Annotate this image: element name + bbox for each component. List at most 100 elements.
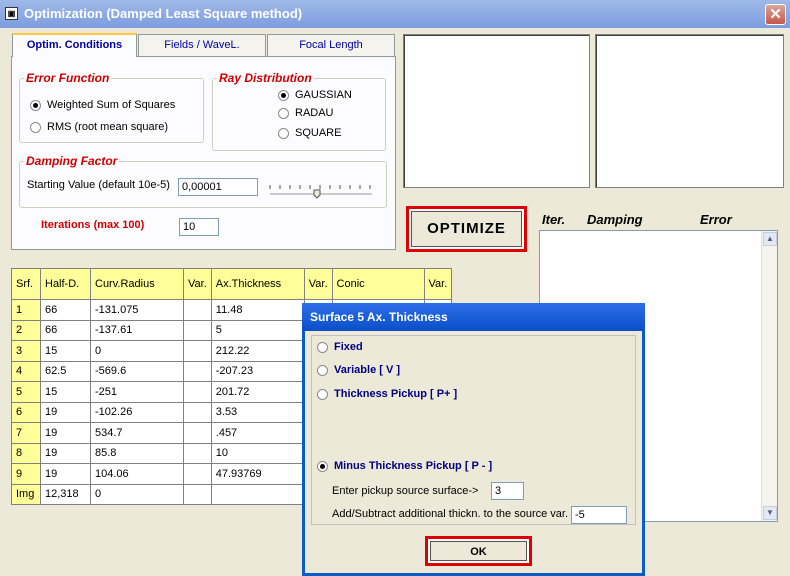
radio-variable[interactable]: Variable [ V ]: [317, 364, 400, 376]
table-cell[interactable]: 104.06: [90, 463, 184, 485]
radio-button[interactable]: [278, 89, 289, 101]
table-cell[interactable]: [183, 360, 212, 382]
table-cell[interactable]: 15: [40, 340, 91, 362]
optimize-button-label: OPTIMIZE: [411, 211, 522, 247]
table-cell[interactable]: -102.26: [90, 401, 184, 423]
dialog-title: Surface 5 Ax. Thickness: [302, 303, 645, 331]
scroll-down-icon[interactable]: ▼: [763, 506, 777, 520]
radio-radau[interactable]: RADAU: [278, 107, 334, 119]
radio-fixed[interactable]: Fixed: [317, 341, 363, 353]
damping-input[interactable]: 0,00001: [178, 178, 258, 196]
table-cell[interactable]: .457: [210, 422, 305, 444]
table-cell[interactable]: [183, 299, 212, 321]
radio-minus-thickness-pickup[interactable]: Minus Thickness Pickup [ P - ]: [317, 460, 492, 472]
radio-weighted-sum[interactable]: Weighted Sum of Squares: [30, 99, 175, 111]
error-header: Error: [700, 212, 732, 227]
ok-button[interactable]: OK: [425, 536, 532, 566]
tab-focal-length[interactable]: Focal Length: [267, 34, 395, 56]
tab-optim-conditions[interactable]: Optim. Conditions: [12, 33, 137, 57]
row-header-cell[interactable]: 4: [11, 360, 41, 382]
table-cell[interactable]: [210, 483, 305, 505]
table-cell[interactable]: 66: [40, 299, 91, 321]
table-cell[interactable]: 212.22: [210, 340, 305, 362]
radio-button[interactable]: [278, 127, 289, 139]
row-header-cell[interactable]: 7: [11, 422, 41, 444]
table-cell[interactable]: -137.61: [90, 319, 184, 341]
table-cell[interactable]: -131.075: [90, 299, 184, 321]
grid-header-row: Srf. Half-D. Curv.Radius Var. Ax.Thickne…: [11, 268, 453, 300]
damping-factor-legend: Damping Factor: [26, 154, 118, 168]
radio-button[interactable]: [317, 364, 328, 376]
damping-slider[interactable]: [268, 181, 375, 199]
window-title: Optimization (Damped Least Square method…: [24, 6, 303, 21]
table-cell[interactable]: 3.53: [210, 401, 305, 423]
table-cell[interactable]: 534.7: [90, 422, 184, 444]
table-cell[interactable]: [183, 422, 212, 444]
table-cell[interactable]: 66: [40, 319, 91, 341]
table-cell[interactable]: [183, 483, 212, 505]
source-surface-input[interactable]: 3: [491, 482, 524, 500]
title-bar: ▣ Optimization (Damped Least Square meth…: [0, 0, 790, 28]
tab-fields-wavel[interactable]: Fields / WaveL.: [138, 34, 266, 56]
table-cell[interactable]: 201.72: [210, 381, 305, 403]
table-cell[interactable]: [183, 340, 212, 362]
row-header-cell[interactable]: 1: [11, 299, 41, 321]
table-cell[interactable]: 85.8: [90, 442, 184, 464]
close-button[interactable]: ✕: [765, 4, 786, 25]
table-cell[interactable]: [183, 401, 212, 423]
table-cell[interactable]: 11.48: [210, 299, 305, 321]
row-header-cell[interactable]: 3: [11, 340, 41, 362]
scroll-up-icon[interactable]: ▲: [763, 232, 777, 246]
radio-label: Weighted Sum of Squares: [47, 99, 176, 111]
row-header-cell[interactable]: 6: [11, 401, 41, 423]
radio-thickness-pickup[interactable]: Thickness Pickup [ P+ ]: [317, 388, 457, 400]
table-cell[interactable]: [183, 463, 212, 485]
table-cell[interactable]: 15: [40, 381, 91, 403]
table-cell[interactable]: 10: [210, 442, 305, 464]
row-header-cell[interactable]: 8: [11, 442, 41, 464]
add-thickness-label: Add/Subtract additional thickn. to the s…: [332, 508, 569, 520]
add-thickness-input[interactable]: -5: [571, 506, 627, 524]
radio-button[interactable]: [278, 107, 289, 119]
table-cell[interactable]: -569.6: [90, 360, 184, 382]
table-cell[interactable]: [183, 442, 212, 464]
table-cell[interactable]: -251: [90, 381, 184, 403]
row-header-cell[interactable]: 9: [11, 463, 41, 485]
radio-label: Thickness Pickup [ P+ ]: [334, 388, 458, 400]
ok-button-label: OK: [430, 541, 527, 561]
radio-gaussian[interactable]: GAUSSIAN: [278, 89, 352, 101]
preview-box-left: [403, 34, 590, 188]
radio-button[interactable]: [30, 121, 41, 133]
table-cell[interactable]: 19: [40, 422, 91, 444]
radio-button[interactable]: [317, 460, 328, 472]
table-cell[interactable]: 19: [40, 442, 91, 464]
preview-box-right: [595, 34, 784, 188]
table-cell[interactable]: 5: [210, 319, 305, 341]
col-header: Ax.Thickness: [210, 268, 305, 300]
radio-button[interactable]: [30, 99, 41, 111]
iterations-input[interactable]: 10: [179, 218, 219, 236]
optimize-button[interactable]: OPTIMIZE: [406, 206, 527, 252]
table-cell[interactable]: 0: [90, 483, 184, 505]
thickness-dialog: Surface 5 Ax. Thickness Fixed Variable […: [302, 303, 645, 576]
table-cell[interactable]: 19: [40, 401, 91, 423]
radio-square[interactable]: SQUARE: [278, 127, 341, 139]
row-header-cell[interactable]: Img: [11, 483, 41, 505]
row-header-cell[interactable]: 5: [11, 381, 41, 403]
table-cell[interactable]: 0: [90, 340, 184, 362]
table-cell[interactable]: 62.5: [40, 360, 91, 382]
row-header-cell[interactable]: 2: [11, 319, 41, 341]
table-cell[interactable]: [183, 381, 212, 403]
ray-distribution-legend: Ray Distribution: [219, 71, 312, 85]
log-scrollbar[interactable]: ▲ ▼: [761, 231, 777, 521]
table-cell[interactable]: -207.23: [210, 360, 305, 382]
radio-rms[interactable]: RMS (root mean square): [30, 121, 168, 133]
col-header: Srf.: [11, 268, 41, 300]
table-cell[interactable]: 12,318: [40, 483, 91, 505]
table-cell[interactable]: [183, 319, 212, 341]
table-cell[interactable]: 47.93769: [210, 463, 305, 485]
table-cell[interactable]: 19: [40, 463, 91, 485]
damping-label: Starting Value (default 10e-5): [27, 179, 170, 191]
radio-button[interactable]: [317, 388, 328, 400]
radio-button[interactable]: [317, 341, 328, 353]
